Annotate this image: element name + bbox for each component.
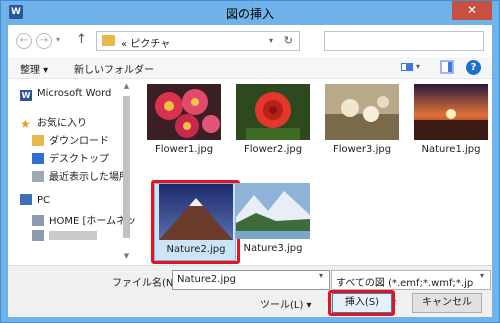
sidebar-item-desktop[interactable]: デスクトップ [32, 150, 109, 165]
sidebar-item-network-drive[interactable] [32, 230, 97, 242]
forward-arrow-icon[interactable]: → [36, 33, 52, 49]
folder-icon [102, 35, 115, 46]
address-path[interactable]: « ピクチャ [121, 35, 170, 50]
sidebar-item-label: PC [37, 195, 51, 206]
sidebar-item-microsoft-word[interactable]: W Microsoft Word [20, 88, 111, 101]
flower1-image [147, 84, 221, 140]
word-icon: W [20, 90, 32, 101]
nature3-image [236, 183, 310, 239]
preview-pane-icon[interactable] [440, 60, 454, 74]
organize-menu[interactable]: 整理 ▾ [20, 61, 48, 76]
desktop-icon [32, 153, 44, 164]
file-name: Nature1.jpg [421, 144, 481, 155]
scroll-up-icon[interactable]: ▲ [121, 82, 132, 92]
file-thumbnail[interactable]: Flower1.jpg [143, 84, 225, 162]
search-input[interactable] [324, 31, 484, 51]
back-arrow-icon[interactable]: ← [16, 33, 32, 49]
filename-input[interactable]: Nature2.jpg [172, 270, 330, 290]
file-thumbnail[interactable]: Nature3.jpg [232, 183, 314, 261]
sidebar-item-label: 最近表示した場所 [49, 172, 129, 183]
filetype-dropdown-icon[interactable]: ▾ [480, 271, 484, 280]
dialog-client: ← → ▾ ↑ « ピクチャ ▾ ↻ 整理 ▾ 新しいフォルダー ▾ ? W M… [8, 25, 492, 317]
file-name: Flower3.jpg [332, 144, 392, 155]
nature1-image [414, 84, 488, 140]
file-name: Nature3.jpg [243, 243, 303, 254]
cancel-button[interactable]: キャンセル [412, 293, 482, 313]
file-thumbnail[interactable]: Flower2.jpg [232, 84, 314, 162]
file-list: Flower1.jpg Flower2.jpg Flower3.jpg Natu… [135, 80, 492, 265]
close-button[interactable]: ✕ [452, 1, 492, 20]
file-name: Flower2.jpg [243, 144, 303, 155]
network-drive-icon [32, 215, 44, 226]
view-dropdown-icon[interactable]: ▾ [416, 62, 430, 76]
footer-panel: ファイル名(N): Nature2.jpg ▾ すべての図 (*.emf;*.w… [8, 265, 492, 317]
sidebar-item-favorites[interactable]: ★ お気に入り [20, 114, 87, 130]
pc-icon [20, 194, 32, 205]
recent-locations-dropdown-icon[interactable]: ▾ [56, 35, 60, 44]
sidebar-item-pc[interactable]: PC [20, 194, 50, 206]
navigation-bar: ← → ▾ ↑ « ピクチャ ▾ ↻ [8, 25, 492, 57]
recent-places-icon [32, 171, 44, 182]
navigation-pane: W Microsoft Word ★ お気に入り ダウンロード デスクトップ 最近表… [8, 80, 136, 265]
star-icon: ★ [20, 117, 31, 131]
file-thumbnail[interactable]: Flower3.jpg [321, 84, 403, 162]
selection-highlight-frame [151, 180, 240, 264]
file-thumbnail[interactable]: Nature1.jpg [410, 84, 492, 162]
new-folder-button[interactable]: 新しいフォルダー [74, 61, 154, 76]
flower3-image [325, 84, 399, 140]
dialog-title: 図の挿入 [225, 7, 274, 21]
sidebar-item-label: デスクトップ [49, 154, 109, 165]
filename-label: ファイル名(N): [112, 278, 181, 289]
tools-menu[interactable]: ツール(L) ▾ [260, 296, 312, 311]
sidebar-item-label: Microsoft Word [37, 88, 112, 99]
sidebar-item-label: ダウンロード [49, 136, 109, 147]
chevron-down-icon[interactable]: ▾ [269, 36, 273, 45]
sidebar-item-label: お気に入り [37, 118, 87, 129]
view-options-icon[interactable] [400, 60, 414, 74]
file-name: Flower1.jpg [154, 144, 214, 155]
up-arrow-icon[interactable]: ↑ [76, 32, 87, 47]
sidebar-item-label [49, 231, 97, 240]
sidebar-item-downloads[interactable]: ダウンロード [32, 132, 109, 147]
filetype-select[interactable]: すべての図 (*.emf;*.wmf;*.jp [331, 270, 491, 290]
scroll-thumb[interactable] [123, 96, 130, 238]
insert-picture-dialog: W 図の挿入 ✕ ← → ▾ ↑ « ピクチャ ▾ ↻ 整理 ▾ 新しいフォルダ… [0, 0, 500, 323]
help-icon[interactable]: ? [466, 60, 481, 75]
sidebar-scrollbar[interactable]: ▲ ▼ [121, 82, 132, 262]
title-bar[interactable]: W 図の挿入 ✕ [1, 1, 499, 25]
scroll-down-icon[interactable]: ▼ [121, 252, 132, 262]
filename-dropdown-icon[interactable]: ▾ [319, 271, 323, 280]
sidebar-item-recent-places[interactable]: 最近表示した場所 [32, 168, 129, 183]
command-toolbar: 整理 ▾ 新しいフォルダー ▾ ? [8, 57, 492, 79]
download-folder-icon [32, 135, 44, 146]
refresh-icon[interactable]: ↻ [284, 34, 293, 47]
insert-highlight-frame [328, 290, 395, 316]
flower2-image [236, 84, 310, 140]
address-bar[interactable]: « ピクチャ ▾ ↻ [96, 31, 300, 51]
network-drive-icon [32, 230, 44, 241]
